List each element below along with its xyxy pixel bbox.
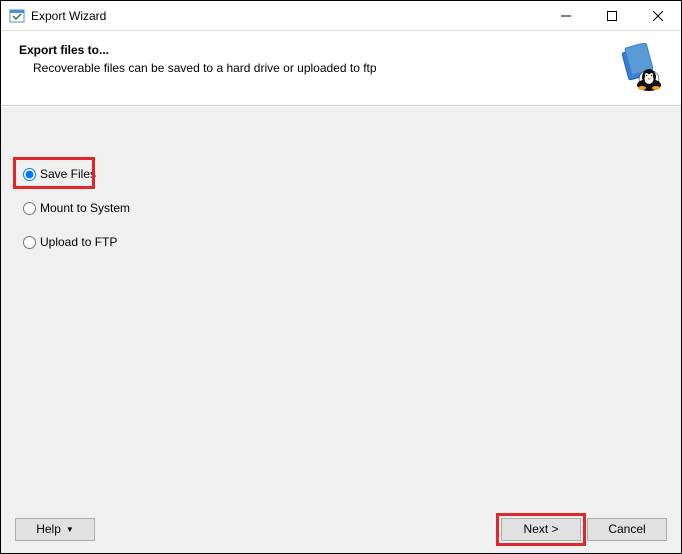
window-title: Export Wizard <box>31 9 543 23</box>
wizard-icon <box>615 43 663 91</box>
export-options: Save Files Mount to System Upload to FTP <box>19 165 681 251</box>
maximize-button[interactable] <box>589 1 635 30</box>
radio-upload-ftp-label: Upload to FTP <box>40 235 117 249</box>
page-subtitle: Recoverable files can be saved to a hard… <box>33 61 605 75</box>
app-icon <box>9 8 25 24</box>
radio-save-files-label: Save Files <box>40 167 96 181</box>
titlebar: Export Wizard <box>1 1 681 31</box>
radio-save-files[interactable]: Save Files <box>19 165 100 183</box>
wizard-content: Save Files Mount to System Upload to FTP <box>1 106 681 505</box>
help-button[interactable]: Help ▼ <box>15 518 95 541</box>
help-button-label: Help <box>36 522 61 536</box>
radio-mount-system-label: Mount to System <box>40 201 130 215</box>
cancel-button-label: Cancel <box>608 522 645 536</box>
radio-save-files-input[interactable] <box>23 168 36 181</box>
minimize-button[interactable] <box>543 1 589 30</box>
wizard-header: Export files to... Recoverable files can… <box>1 31 681 106</box>
close-button[interactable] <box>635 1 681 30</box>
next-button[interactable]: Next > <box>501 518 581 541</box>
cancel-button[interactable]: Cancel <box>587 518 667 541</box>
radio-upload-ftp[interactable]: Upload to FTP <box>19 233 121 251</box>
chevron-down-icon: ▼ <box>66 525 74 534</box>
page-title: Export files to... <box>19 43 605 57</box>
radio-mount-system-input[interactable] <box>23 202 36 215</box>
radio-upload-ftp-input[interactable] <box>23 236 36 249</box>
radio-mount-system[interactable]: Mount to System <box>19 199 134 217</box>
next-button-label: Next > <box>523 522 558 536</box>
window-controls <box>543 1 681 30</box>
wizard-footer: Help ▼ Next > Cancel <box>1 505 681 553</box>
